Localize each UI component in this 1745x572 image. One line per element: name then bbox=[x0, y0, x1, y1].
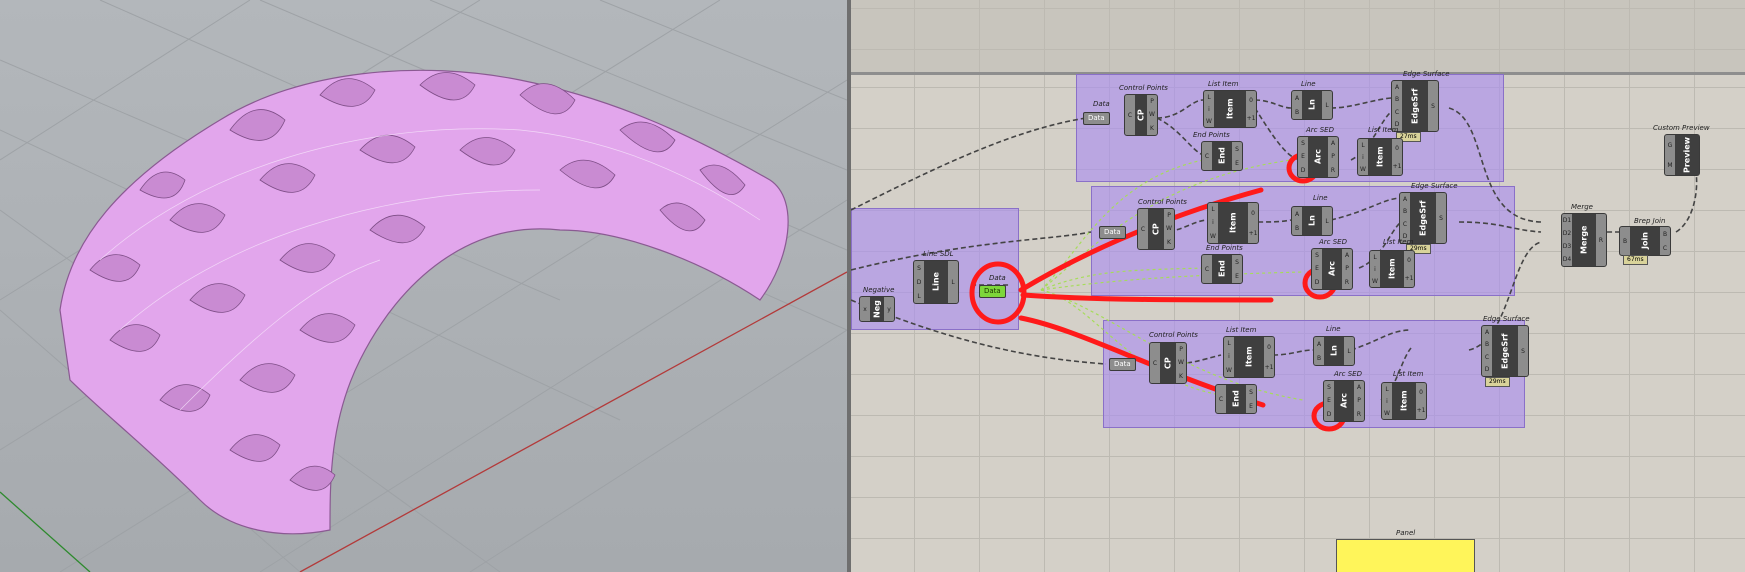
data-middle-param[interactable]: Data bbox=[1099, 226, 1126, 239]
list-item-3b-title: List Item bbox=[1393, 370, 1424, 378]
control-points-3-title: Control Points bbox=[1149, 331, 1198, 339]
arc-sed-2-component[interactable]: SED Arc APR bbox=[1311, 248, 1353, 290]
end-points-2-core: End bbox=[1212, 255, 1232, 283]
arc-sed-2-title: Arc SED bbox=[1319, 238, 1347, 246]
cp1-outputs: PWK bbox=[1149, 98, 1155, 132]
panel-component[interactable] bbox=[1336, 539, 1475, 572]
data-bottom-param[interactable]: Data bbox=[1109, 358, 1136, 371]
list-item-2-component[interactable]: LiW Item 0 +1 bbox=[1369, 250, 1415, 288]
arc-sed-1-core: Arc bbox=[1308, 137, 1328, 177]
edge-surface-1-core: EdgeSrf bbox=[1402, 81, 1428, 131]
line-2-component[interactable]: AB Ln L bbox=[1291, 206, 1333, 236]
line-3-title: Line bbox=[1326, 325, 1341, 333]
brep-join-timing: 67ms bbox=[1623, 255, 1648, 265]
data-top-title: Data bbox=[1093, 100, 1110, 108]
edge-surface-2-core: EdgeSrf bbox=[1410, 193, 1436, 243]
data-center-title: Data bbox=[989, 274, 1006, 282]
list-item-1b-component[interactable]: LiW Item 0 +1 bbox=[1357, 138, 1403, 176]
grasshopper-canvas[interactable]: Data Data Control Points C CP PWK List I… bbox=[851, 0, 1745, 572]
y-axis-line bbox=[0, 491, 91, 572]
rhino-viewport[interactable] bbox=[0, 0, 847, 572]
brep-join-component[interactable]: B Join BC bbox=[1619, 226, 1671, 256]
line-1-core: Ln bbox=[1302, 91, 1322, 119]
arc-sed-3-core: Arc bbox=[1334, 381, 1354, 421]
arc-sed-3-component[interactable]: SED Arc APR bbox=[1323, 380, 1365, 422]
list-item-2-title: List Item bbox=[1383, 238, 1414, 246]
brep-join-title: Brep Join bbox=[1634, 217, 1666, 225]
arc-sed-1-component[interactable]: SED Arc APR bbox=[1297, 136, 1339, 178]
list-item-1-component[interactable]: LiW Item 0 +1 bbox=[1203, 90, 1257, 128]
line-2-title: Line bbox=[1313, 194, 1328, 202]
control-points-3-core: CP bbox=[1160, 343, 1176, 383]
list-item-1-core: Item bbox=[1214, 91, 1246, 127]
line-sdl-component[interactable]: SDL Line L bbox=[913, 260, 959, 304]
control-points-2-core: CP bbox=[1148, 209, 1164, 249]
line-3-component[interactable]: AB Ln L bbox=[1313, 336, 1355, 366]
viewport-scene bbox=[0, 0, 847, 572]
arc-sed-1-title: Arc SED bbox=[1306, 126, 1334, 134]
negative-title: Negative bbox=[863, 286, 895, 294]
end-points-3-core: End bbox=[1226, 385, 1246, 413]
custom-preview-title: Custom Preview bbox=[1653, 124, 1710, 132]
canvas-toolbar-area bbox=[851, 0, 1745, 72]
control-points-2-title: Control Points bbox=[1138, 198, 1187, 206]
end-points-2-title: End Points bbox=[1206, 244, 1243, 252]
edge-surface-3-timing: 29ms bbox=[1485, 377, 1510, 387]
end-points-2-component[interactable]: C End SE bbox=[1201, 254, 1243, 284]
line-1-title: Line bbox=[1301, 80, 1316, 88]
list-item-3b-component[interactable]: LiW Item 0 +1 bbox=[1381, 382, 1427, 420]
list-item-3-title: List Item bbox=[1226, 326, 1257, 334]
edge-surface-3-component[interactable]: ABCD EdgeSrf S bbox=[1481, 325, 1529, 377]
arc-sed-3-title: Arc SED bbox=[1334, 370, 1362, 378]
line-sdl-title: Line SDL bbox=[923, 250, 954, 258]
line-1-component[interactable]: AB Ln L bbox=[1291, 90, 1333, 120]
merge-component[interactable]: D1 D2 D3 D4 Merge R bbox=[1561, 213, 1607, 267]
cp1-inputs: C bbox=[1127, 111, 1133, 119]
edge-surface-2-component[interactable]: ABCD EdgeSrf S bbox=[1399, 192, 1447, 244]
list-item-2a-component[interactable]: LiW Item 0 +1 bbox=[1207, 202, 1259, 244]
end-points-1-core: End bbox=[1212, 142, 1232, 170]
line-sdl-core: Line bbox=[924, 261, 948, 303]
list-item-3-core: Item bbox=[1234, 337, 1264, 377]
end-points-3-component[interactable]: C End SE bbox=[1215, 384, 1257, 414]
vault-surface bbox=[59, 69, 789, 535]
list-item-1b-title: List Item bbox=[1368, 126, 1399, 134]
list-item-1-title: List Item bbox=[1208, 80, 1239, 88]
panel-title: Panel bbox=[1396, 529, 1416, 537]
merge-title: Merge bbox=[1571, 203, 1593, 211]
arc-sed-2-core: Arc bbox=[1322, 249, 1342, 289]
custom-preview-component[interactable]: GM Preview bbox=[1664, 134, 1700, 176]
edge-surface-2-title: Edge Surface bbox=[1411, 182, 1458, 190]
end-points-1-component[interactable]: C End SE bbox=[1201, 141, 1243, 171]
line-3-core: Ln bbox=[1324, 337, 1344, 365]
cp1-core: CP bbox=[1135, 95, 1147, 135]
negative-component[interactable]: x Neg y bbox=[859, 296, 895, 322]
control-points-1-component[interactable]: C CP PWK bbox=[1124, 94, 1158, 136]
data-center-param[interactable]: Data bbox=[979, 285, 1006, 298]
edge-surface-3-core: EdgeSrf bbox=[1492, 326, 1518, 376]
edge-surface-1-component[interactable]: ABCD EdgeSrf S bbox=[1391, 80, 1439, 132]
custom-preview-core: Preview bbox=[1675, 135, 1699, 175]
control-points-2-component[interactable]: C CP PWK bbox=[1137, 208, 1175, 250]
end-points-1-title: End Points bbox=[1193, 131, 1230, 139]
merge-core: Merge bbox=[1572, 214, 1596, 266]
edge-surface-1-title: Edge Surface bbox=[1403, 70, 1450, 78]
control-points-3-component[interactable]: C CP PWK bbox=[1149, 342, 1187, 384]
edge-surface-3-title: Edge Surface bbox=[1483, 315, 1530, 323]
data-top-param[interactable]: Data bbox=[1083, 112, 1110, 125]
control-points-1-title: Control Points bbox=[1119, 84, 1168, 92]
list-item-3-component[interactable]: LiW Item 0 +1 bbox=[1223, 336, 1275, 378]
list-item-3b-core: Item bbox=[1392, 383, 1416, 419]
list-item-2-core: Item bbox=[1380, 251, 1404, 287]
list-item-2a-core: Item bbox=[1218, 203, 1248, 243]
negative-core: Neg bbox=[870, 297, 884, 321]
line-2-core: Ln bbox=[1302, 207, 1322, 235]
list-item-1b-core: Item bbox=[1368, 139, 1392, 175]
brep-join-core: Join bbox=[1630, 227, 1660, 255]
